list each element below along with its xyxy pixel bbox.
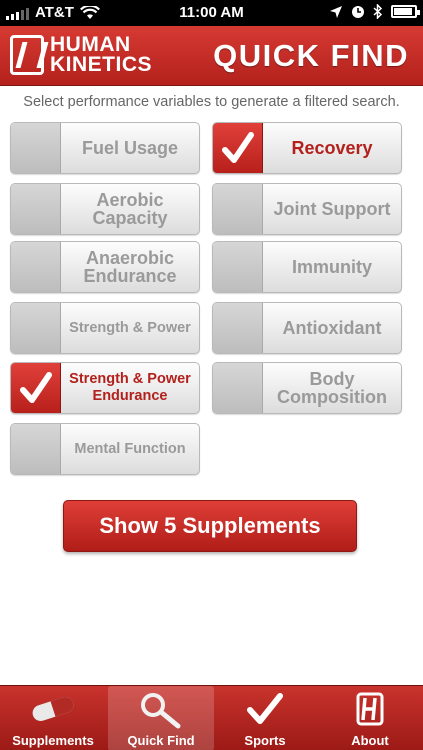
page-title: QUICK FIND — [213, 38, 409, 73]
location-arrow-icon — [330, 5, 342, 18]
tab-supplements[interactable]: Supplements — [0, 686, 106, 750]
magnifier-icon — [141, 693, 181, 729]
tab-about[interactable]: About — [317, 686, 423, 750]
alarm-clock-icon — [352, 5, 364, 18]
battery-icon — [391, 5, 420, 18]
brand-logo: HUMAN KINETICS — [10, 33, 153, 76]
option-checkbox — [11, 303, 61, 353]
option-label: Strength & Power Endurance — [69, 371, 191, 404]
tab-label: Quick Find — [127, 733, 195, 748]
option-antioxidant[interactable]: Antioxidant — [212, 302, 402, 354]
show-supplements-button[interactable]: Show 5 Supplements — [63, 500, 357, 552]
option-strength-power[interactable]: Strength & Power — [10, 302, 200, 354]
option-checkbox — [11, 363, 61, 413]
option-mental-function[interactable]: Mental Function — [10, 423, 200, 475]
option-checkbox — [213, 123, 263, 173]
tab-label: Supplements — [12, 733, 94, 748]
option-label: Mental Function — [74, 440, 186, 457]
bluetooth-icon — [373, 4, 383, 19]
option-label: Recovery — [291, 138, 373, 158]
tab-quick-find[interactable]: Quick Find — [108, 686, 214, 750]
option-body-composition[interactable]: Body Composition — [212, 362, 402, 414]
option-label: Joint Support — [273, 199, 391, 219]
option-aerobic-capacity[interactable]: Aerobic Capacity — [10, 183, 200, 235]
option-fuel-usage[interactable]: Fuel Usage — [10, 122, 200, 174]
option-label: Aerobic Capacity — [92, 190, 168, 228]
option-checkbox — [11, 123, 61, 173]
option-checkbox — [213, 303, 263, 353]
tab-sports[interactable]: Sports — [212, 686, 318, 750]
checkmark-icon — [247, 693, 283, 724]
option-label: Fuel Usage — [81, 138, 179, 158]
tab-label: Sports — [244, 733, 286, 748]
option-immunity[interactable]: Immunity — [212, 241, 402, 293]
status-bar: AT&T 11:00 AM — [0, 0, 423, 26]
option-label: Antioxidant — [282, 318, 382, 338]
tab-label: About — [351, 733, 389, 748]
brand-logo-icon — [356, 692, 384, 726]
checkmark-icon — [20, 372, 52, 403]
option-label: Body Composition — [277, 369, 387, 407]
option-strength-power-endurance[interactable]: Strength & Power Endurance — [10, 362, 200, 414]
brand-mark-icon — [10, 35, 44, 75]
instruction-text: Select performance variables to generate… — [23, 94, 400, 110]
option-checkbox — [213, 184, 263, 234]
option-label: Anaerobic Endurance — [83, 248, 177, 286]
option-joint-support[interactable]: Joint Support — [212, 183, 402, 235]
option-checkbox — [11, 424, 61, 474]
option-checkbox — [213, 363, 263, 413]
tab-bar: Supplements Quick Find Sports About — [0, 685, 423, 750]
option-checkbox — [11, 242, 61, 292]
option-checkbox — [11, 184, 61, 234]
app-header: HUMAN KINETICS QUICK FIND — [0, 26, 423, 86]
option-label: Immunity — [291, 257, 372, 277]
option-recovery[interactable]: Recovery — [212, 122, 402, 174]
brand-line2: KINETICS — [50, 53, 153, 76]
option-anaerobic-endurance[interactable]: Anaerobic Endurance — [10, 241, 200, 293]
option-checkbox — [213, 242, 263, 292]
brand-line1: HUMAN — [50, 33, 131, 56]
checkmark-icon — [222, 132, 254, 163]
pill-icon — [32, 696, 74, 722]
option-label: Strength & Power — [69, 319, 191, 336]
